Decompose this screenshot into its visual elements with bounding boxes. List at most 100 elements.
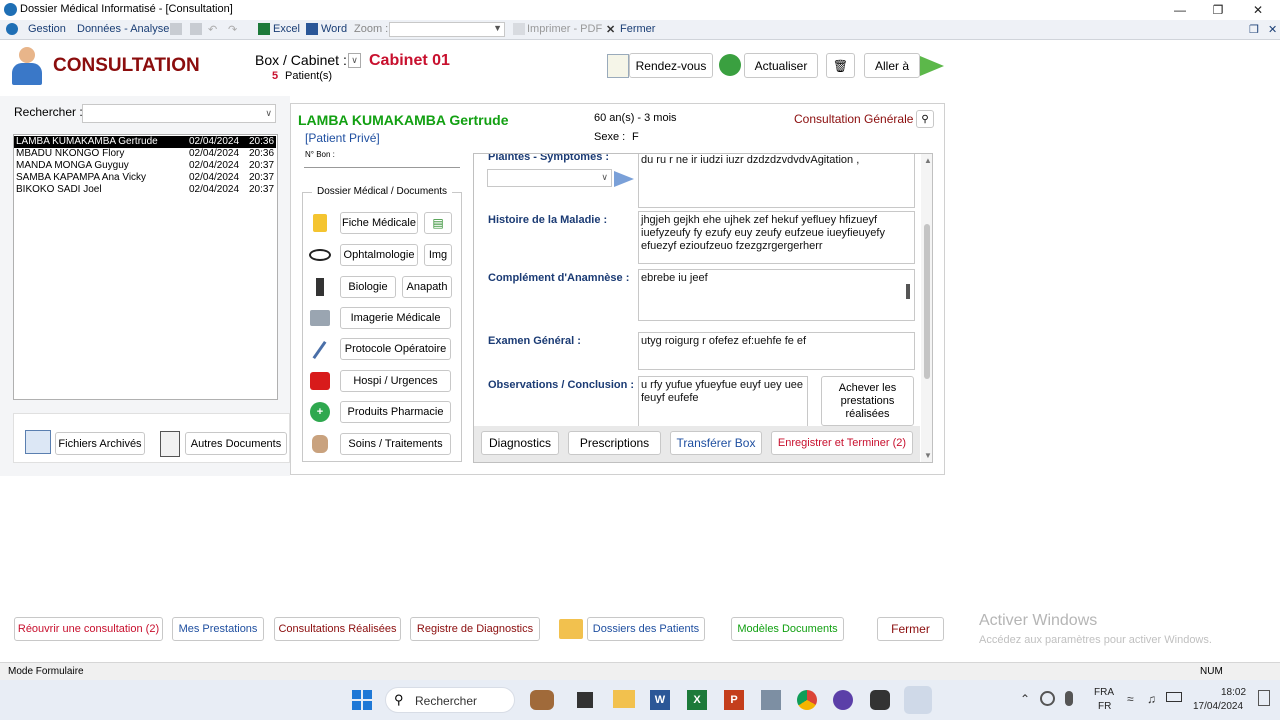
dossiers-patients-button[interactable]: Dossiers des Patients — [587, 617, 705, 641]
patient-list-name: MANDA MONGA Guyguy — [16, 160, 129, 171]
terminal-icon[interactable] — [577, 692, 593, 708]
patient-list-name: BIKOKO SADI Joel — [16, 184, 102, 195]
reouvrir-consultation-button[interactable]: Réouvrir une consultation (2) — [14, 617, 163, 641]
restore-icon[interactable]: ❐ — [1249, 23, 1259, 36]
paste-icon[interactable] — [190, 23, 202, 35]
prescriptions-button[interactable]: Prescriptions — [568, 431, 661, 455]
search-icon[interactable]: ⚲ — [916, 110, 934, 128]
search-input[interactable]: ∨ — [82, 104, 276, 123]
copy-icon[interactable] — [170, 23, 182, 35]
plaintes-select[interactable]: ∨ — [487, 169, 612, 187]
soins-traitements-button[interactable]: Soins / Traitements — [340, 433, 451, 455]
fiche-medicale-button[interactable]: Fiche Médicale — [340, 212, 418, 234]
folder-icon — [559, 619, 583, 639]
complement-field[interactable]: ebrebe iu jeef — [638, 269, 915, 321]
folder-add-icon[interactable]: ▤ — [424, 212, 452, 234]
zoom-select[interactable]: ▼ — [389, 22, 505, 37]
close-icon[interactable]: ✕ — [1240, 0, 1276, 20]
menu-excel[interactable]: Excel — [273, 23, 300, 35]
img-button[interactable]: Img — [424, 244, 452, 266]
biologie-button[interactable]: Biologie — [340, 276, 396, 298]
word-app-icon[interactable]: W — [650, 690, 670, 710]
mdi-close-icon[interactable]: ✕ — [1268, 23, 1277, 36]
chrome-icon[interactable] — [797, 690, 817, 710]
wifi-icon[interactable]: ≈ — [1127, 692, 1134, 706]
patient-list-time: 20:37 — [249, 172, 275, 183]
list-item[interactable]: LAMBA KUMAKAMBA Gertrude 02/04/2024 20:36 — [14, 136, 276, 148]
app-menu-icon[interactable] — [6, 23, 18, 35]
scroll-up-icon[interactable]: ▲ — [924, 156, 932, 165]
file-explorer-icon[interactable] — [613, 690, 635, 708]
registre-diagnostics-button[interactable]: Registre de Diagnostics — [410, 617, 540, 641]
trash-icon[interactable]: 🗑 — [826, 53, 855, 78]
observations-field[interactable]: u rfy yufue yfueyfue euyf uey uee feuyf … — [638, 376, 808, 428]
excel-icon[interactable] — [258, 23, 270, 35]
ophtalmologie-button[interactable]: Ophtalmologie — [340, 244, 418, 266]
protocole-operatoire-button[interactable]: Protocole Opératoire — [340, 338, 451, 360]
scroll-thumb[interactable] — [924, 224, 930, 379]
diagnostics-button[interactable]: Diagnostics — [481, 431, 559, 455]
menu-imprimer-pdf[interactable]: Imprimer - PDF — [527, 23, 602, 35]
minimize-icon[interactable]: — — [1162, 0, 1198, 20]
word-icon[interactable] — [306, 23, 318, 35]
form-scrollbar[interactable]: ▲ ▼ — [921, 154, 932, 462]
excel-app-icon[interactable]: X — [687, 690, 707, 710]
battery-icon[interactable] — [1166, 692, 1182, 702]
widget-icon[interactable] — [530, 690, 554, 710]
list-item[interactable]: SAMBA KAPAMPA Ana Vicky 02/04/2024 20:37 — [14, 172, 276, 184]
menu-fermer[interactable]: Fermer — [620, 23, 655, 35]
produits-pharmacie-button[interactable]: Produits Pharmacie — [340, 401, 451, 423]
field-scrollbar[interactable] — [906, 284, 910, 299]
autres-documents-button[interactable]: Autres Documents — [185, 432, 287, 455]
microphone-icon[interactable] — [1065, 691, 1073, 706]
aller-a-button[interactable]: Aller à — [864, 53, 920, 78]
examen-field[interactable]: utyg roigurg r ofefez ef:uehfe fe ef — [638, 332, 915, 370]
redo-icon[interactable]: ↷ — [228, 23, 237, 36]
nurse-icon — [308, 433, 332, 455]
sync-icon[interactable] — [1040, 691, 1055, 706]
scroll-down-icon[interactable]: ▼ — [924, 451, 932, 460]
imagerie-medicale-button[interactable]: Imagerie Médicale — [340, 307, 451, 329]
volume-icon[interactable]: ♫ — [1147, 692, 1156, 706]
lang-fr[interactable]: FR — [1098, 701, 1111, 712]
anapath-button[interactable]: Anapath — [402, 276, 452, 298]
notification-icon[interactable] — [1258, 690, 1270, 706]
list-item[interactable]: MBADU NKONGO Flory 02/04/2024 20:36 — [14, 148, 276, 160]
add-arrow-icon[interactable] — [614, 171, 634, 187]
app-mu-icon[interactable] — [833, 690, 853, 710]
rendez-vous-button[interactable]: Rendez-vous — [629, 53, 713, 78]
powerpoint-app-icon[interactable]: P — [724, 690, 744, 710]
menu-bar: Gestion Données - Analyse ↶ ↷ Excel Word… — [0, 20, 1280, 40]
enregistrer-terminer-button[interactable]: Enregistrer et Terminer (2) — [771, 431, 913, 455]
menu-gestion[interactable]: Gestion — [28, 23, 66, 35]
consultations-realisees-button[interactable]: Consultations Réalisées — [274, 617, 401, 641]
app-camera-icon[interactable] — [870, 690, 890, 710]
start-icon[interactable] — [352, 690, 372, 710]
maximize-icon[interactable]: ❐ — [1200, 0, 1236, 20]
mes-prestations-button[interactable]: Mes Prestations — [172, 617, 264, 641]
lang-fra[interactable]: FRA — [1094, 687, 1114, 698]
undo-icon[interactable]: ↶ — [208, 23, 217, 36]
chevron-up-icon[interactable]: ⌃ — [1020, 692, 1030, 706]
clock-time[interactable]: 18:02 — [1221, 687, 1246, 698]
cabinet-dropdown[interactable]: ∨ — [348, 53, 361, 68]
menu-word[interactable]: Word — [321, 23, 347, 35]
achever-prestations-button[interactable]: Achever les prestations réalisées — [821, 376, 914, 426]
menu-donnees-analyse[interactable]: Données - Analyse — [77, 23, 169, 35]
tools-app-icon[interactable] — [761, 690, 781, 710]
list-item[interactable]: MANDA MONGA Guyguy 02/04/2024 20:37 — [14, 160, 276, 172]
histoire-field[interactable]: jhgjeh gejkh ehe ujhek zef hekuf yefluey… — [638, 211, 915, 264]
arrow-right-icon[interactable] — [920, 56, 944, 76]
fichiers-archives-button[interactable]: Fichiers Archivés — [55, 432, 145, 455]
clock-date[interactable]: 17/04/2024 — [1193, 701, 1243, 712]
patient-list-time: 20:37 — [249, 160, 275, 171]
transferer-box-button[interactable]: Transférer Box — [670, 431, 762, 455]
active-app-icon[interactable] — [904, 686, 932, 714]
actualiser-button[interactable]: Actualiser — [744, 53, 818, 78]
taskbar-search[interactable]: ⚲ Rechercher — [385, 687, 515, 713]
plaintes-field[interactable]: du ru r ne ir iudzi iuzr dzdzdzvdvdvAgit… — [638, 154, 915, 208]
fermer-button[interactable]: Fermer — [877, 617, 944, 641]
list-item[interactable]: BIKOKO SADI Joel 02/04/2024 20:37 — [14, 184, 276, 196]
modeles-documents-button[interactable]: Modèles Documents — [731, 617, 844, 641]
hospi-urgences-button[interactable]: Hospi / Urgences — [340, 370, 451, 392]
